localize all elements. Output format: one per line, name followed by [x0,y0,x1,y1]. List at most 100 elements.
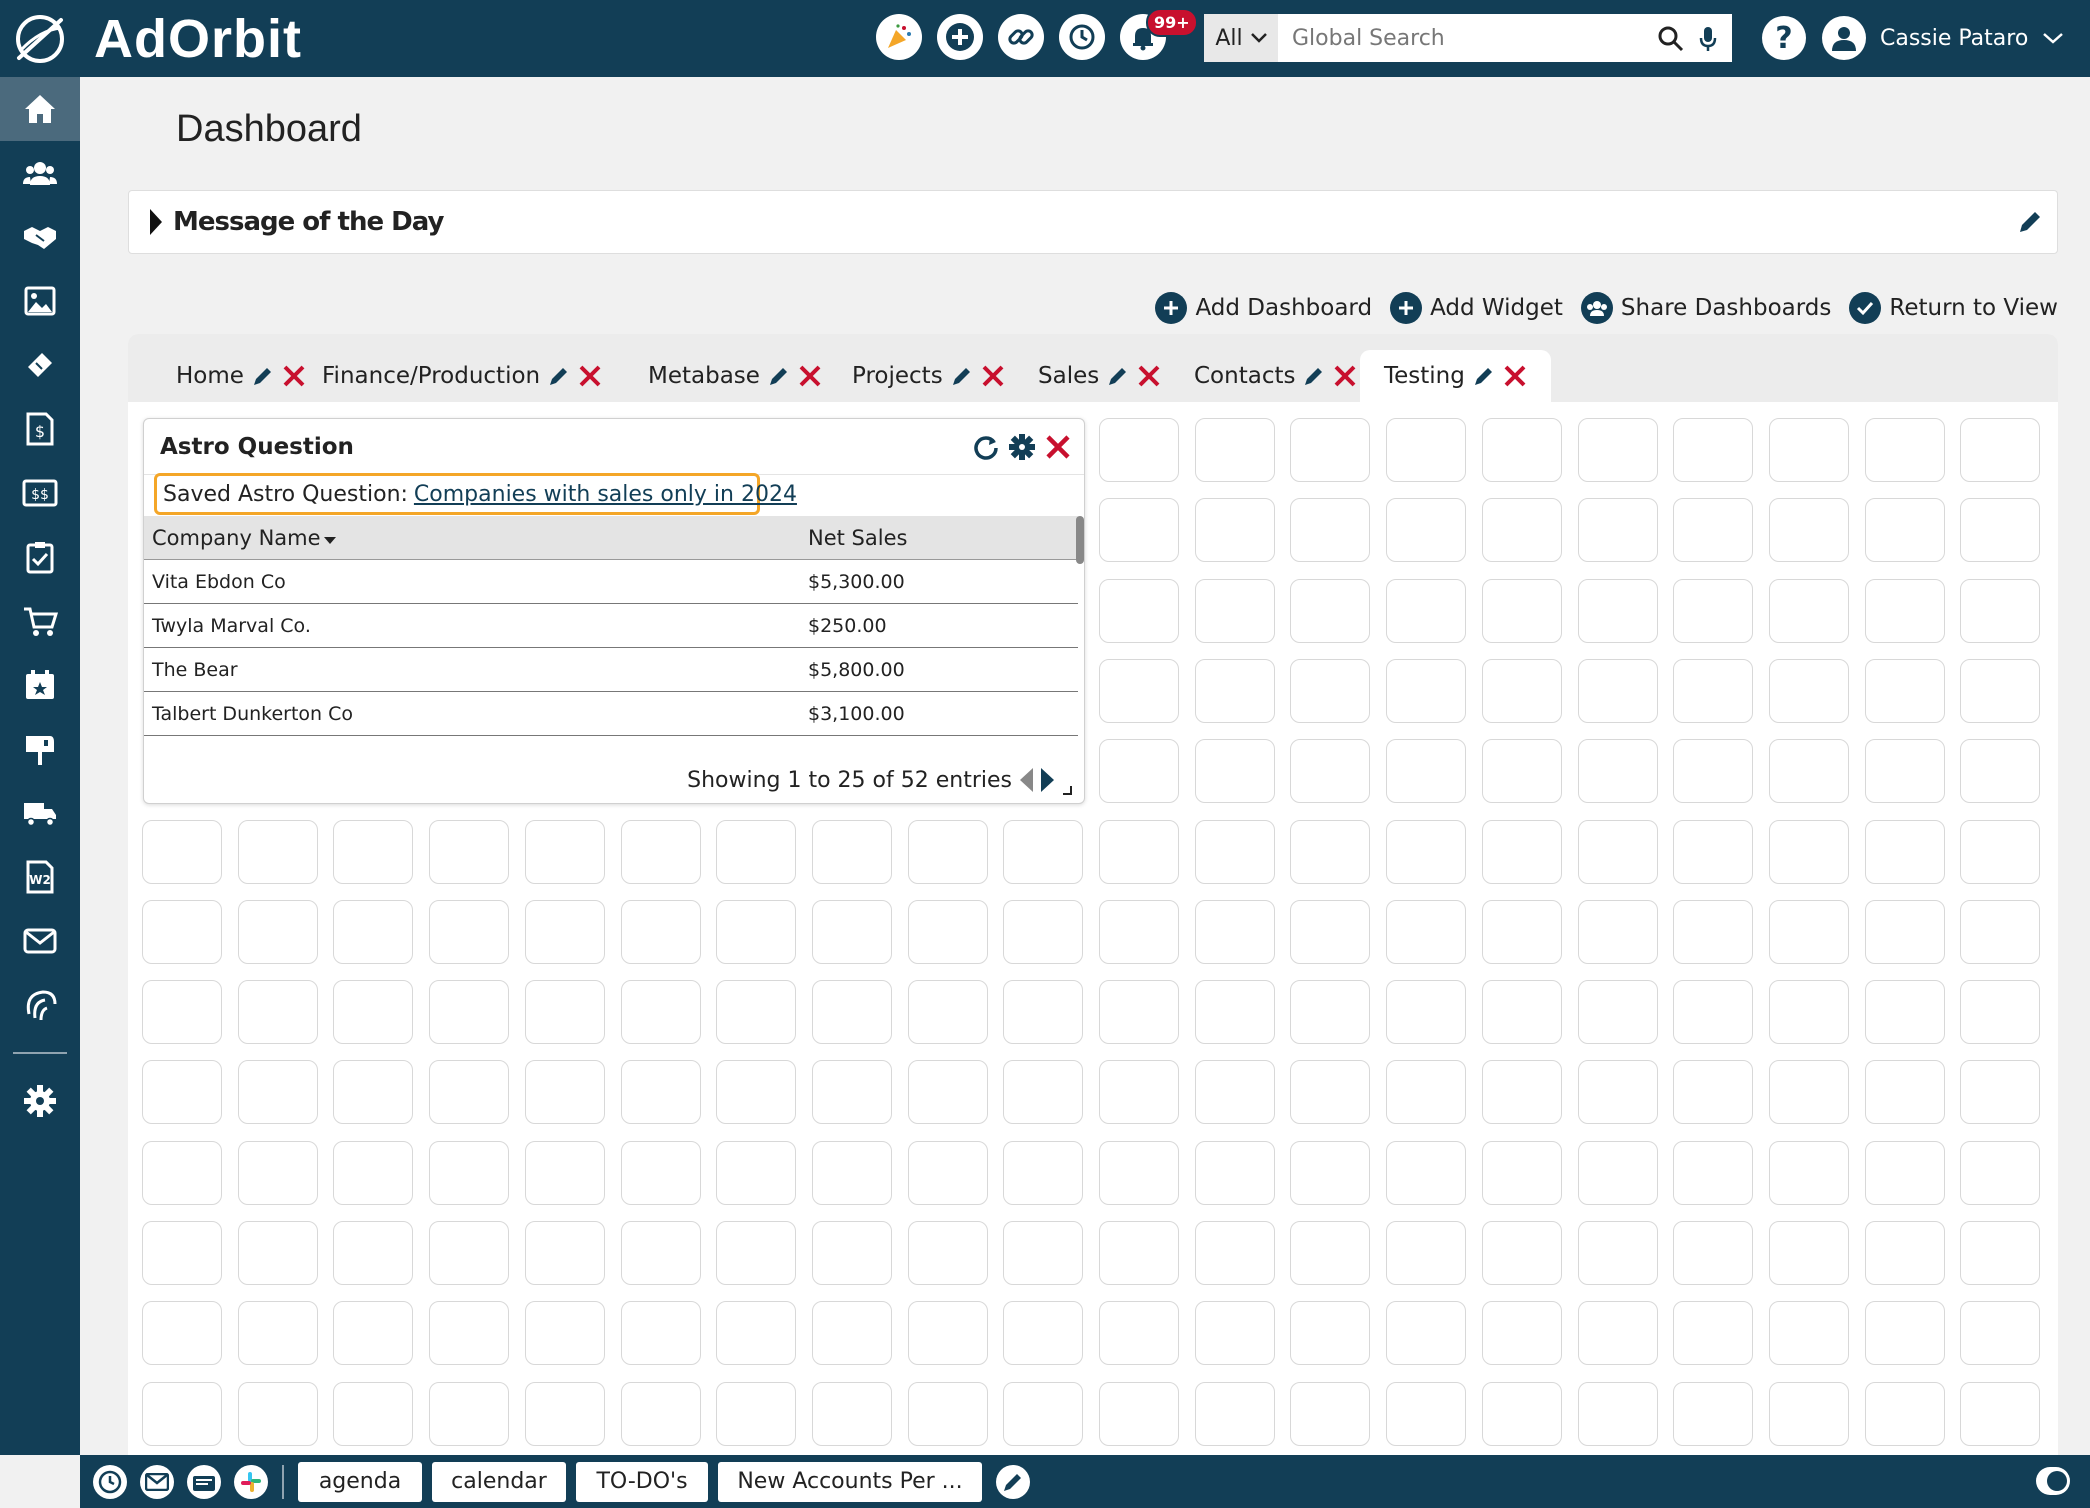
empty-grid-cell[interactable] [908,820,988,884]
tab-metabase[interactable]: Metabase [624,350,846,402]
table-row[interactable]: Vita Ebdon Co $5,300.00 [144,560,1078,604]
refresh-icon[interactable] [972,433,1000,461]
empty-grid-cell[interactable] [1290,980,1370,1044]
empty-grid-cell[interactable] [1960,739,2040,803]
empty-grid-cell[interactable] [1769,1382,1849,1446]
empty-grid-cell[interactable] [1290,1141,1370,1205]
empty-grid-cell[interactable] [1003,1141,1083,1205]
close-icon[interactable] [1333,364,1357,388]
empty-grid-cell[interactable] [1195,980,1275,1044]
pencil-icon[interactable] [548,365,570,387]
empty-grid-cell[interactable] [238,1221,318,1285]
empty-grid-cell[interactable] [1865,820,1945,884]
empty-grid-cell[interactable] [1865,418,1945,482]
empty-grid-cell[interactable] [812,900,892,964]
empty-grid-cell[interactable] [1386,498,1466,562]
pencil-icon[interactable] [951,365,973,387]
bell-icon[interactable]: 99+ [1120,8,1198,60]
saved-question-link[interactable]: Companies with sales only in 2024 [414,482,797,507]
empty-grid-cell[interactable] [1290,1060,1370,1124]
empty-grid-cell[interactable] [1865,579,1945,643]
empty-grid-cell[interactable] [1865,1301,1945,1365]
bottom-tab-todos[interactable]: TO-DO's [576,1461,708,1502]
empty-grid-cell[interactable] [1195,900,1275,964]
empty-grid-cell[interactable] [1865,900,1945,964]
empty-grid-cell[interactable] [333,1301,413,1365]
empty-grid-cell[interactable] [142,1301,222,1365]
empty-grid-cell[interactable] [1960,1221,2040,1285]
empty-grid-cell[interactable] [1960,820,2040,884]
return-to-view-button[interactable]: Return to View [1849,292,2058,324]
table-row[interactable]: Talbert Dunkerton Co $3,100.00 [144,692,1078,736]
empty-grid-cell[interactable] [1290,498,1370,562]
empty-grid-cell[interactable] [1578,900,1658,964]
prev-page-icon[interactable] [1018,767,1034,793]
empty-grid-cell[interactable] [1290,1382,1370,1446]
tab-contacts[interactable]: Contacts [1170,350,1381,402]
empty-grid-cell[interactable] [1673,739,1753,803]
sidebar-item-payments[interactable]: $$ [0,461,80,525]
empty-grid-cell[interactable] [812,1221,892,1285]
empty-grid-cell[interactable] [716,1141,796,1205]
empty-grid-cell[interactable] [908,1301,988,1365]
sidebar-item-media[interactable] [0,269,80,333]
clock-icon[interactable] [93,1464,127,1499]
empty-grid-cell[interactable] [1290,418,1370,482]
sidebar-item-contacts[interactable] [0,141,80,205]
empty-grid-cell[interactable] [1673,1141,1753,1205]
empty-grid-cell[interactable] [1482,579,1562,643]
empty-grid-cell[interactable] [1195,1060,1275,1124]
empty-grid-cell[interactable] [1578,1221,1658,1285]
empty-grid-cell[interactable] [525,1060,605,1124]
share-dashboards-button[interactable]: Share Dashboards [1580,292,1831,324]
pencil-icon[interactable] [252,365,274,387]
empty-grid-cell[interactable] [621,820,701,884]
empty-grid-cell[interactable] [525,820,605,884]
empty-grid-cell[interactable] [1960,1060,2040,1124]
empty-grid-cell[interactable] [716,1301,796,1365]
empty-grid-cell[interactable] [1960,980,2040,1044]
empty-grid-cell[interactable] [812,980,892,1044]
pencil-icon[interactable] [1107,365,1129,387]
sidebar-item-settings[interactable] [0,1069,80,1133]
empty-grid-cell[interactable] [429,1141,509,1205]
empty-grid-cell[interactable] [1386,1060,1466,1124]
empty-grid-cell[interactable] [1960,900,2040,964]
empty-grid-cell[interactable] [333,1060,413,1124]
sidebar-item-invoices[interactable]: $ [0,397,80,461]
empty-grid-cell[interactable] [1482,1060,1562,1124]
empty-grid-cell[interactable] [716,820,796,884]
empty-grid-cell[interactable] [1290,900,1370,964]
empty-grid-cell[interactable] [1865,1221,1945,1285]
empty-grid-cell[interactable] [1195,1301,1275,1365]
empty-grid-cell[interactable] [1099,1221,1179,1285]
empty-grid-cell[interactable] [238,1060,318,1124]
empty-grid-cell[interactable] [238,1141,318,1205]
close-icon[interactable] [1137,364,1161,388]
empty-grid-cell[interactable] [1386,1221,1466,1285]
empty-grid-cell[interactable] [1673,820,1753,884]
empty-grid-cell[interactable] [429,1221,509,1285]
empty-grid-cell[interactable] [812,1382,892,1446]
empty-grid-cell[interactable] [525,1382,605,1446]
pencil-icon[interactable] [1303,365,1325,387]
empty-grid-cell[interactable] [1386,820,1466,884]
empty-grid-cell[interactable] [1195,498,1275,562]
empty-grid-cell[interactable] [1482,820,1562,884]
empty-grid-cell[interactable] [1769,659,1849,723]
empty-grid-cell[interactable] [1003,1060,1083,1124]
empty-grid-cell[interactable] [1195,418,1275,482]
empty-grid-cell[interactable] [1960,1301,2040,1365]
sidebar-item-tax-forms[interactable]: W2 [0,845,80,909]
close-icon[interactable] [981,364,1005,388]
add-dashboard-button[interactable]: Add Dashboard [1155,292,1372,324]
table-row[interactable]: Twyla Marval Co. $250.00 [144,604,1078,648]
empty-grid-cell[interactable] [142,980,222,1044]
empty-grid-cell[interactable] [1290,820,1370,884]
tab-sales[interactable]: Sales [1014,350,1185,402]
empty-grid-cell[interactable] [1290,1301,1370,1365]
sidebar-item-delivery[interactable] [0,781,80,845]
empty-grid-cell[interactable] [1673,1301,1753,1365]
add-widget-button[interactable]: Add Widget [1390,292,1563,324]
widget-header[interactable]: Astro Question [144,419,1084,475]
